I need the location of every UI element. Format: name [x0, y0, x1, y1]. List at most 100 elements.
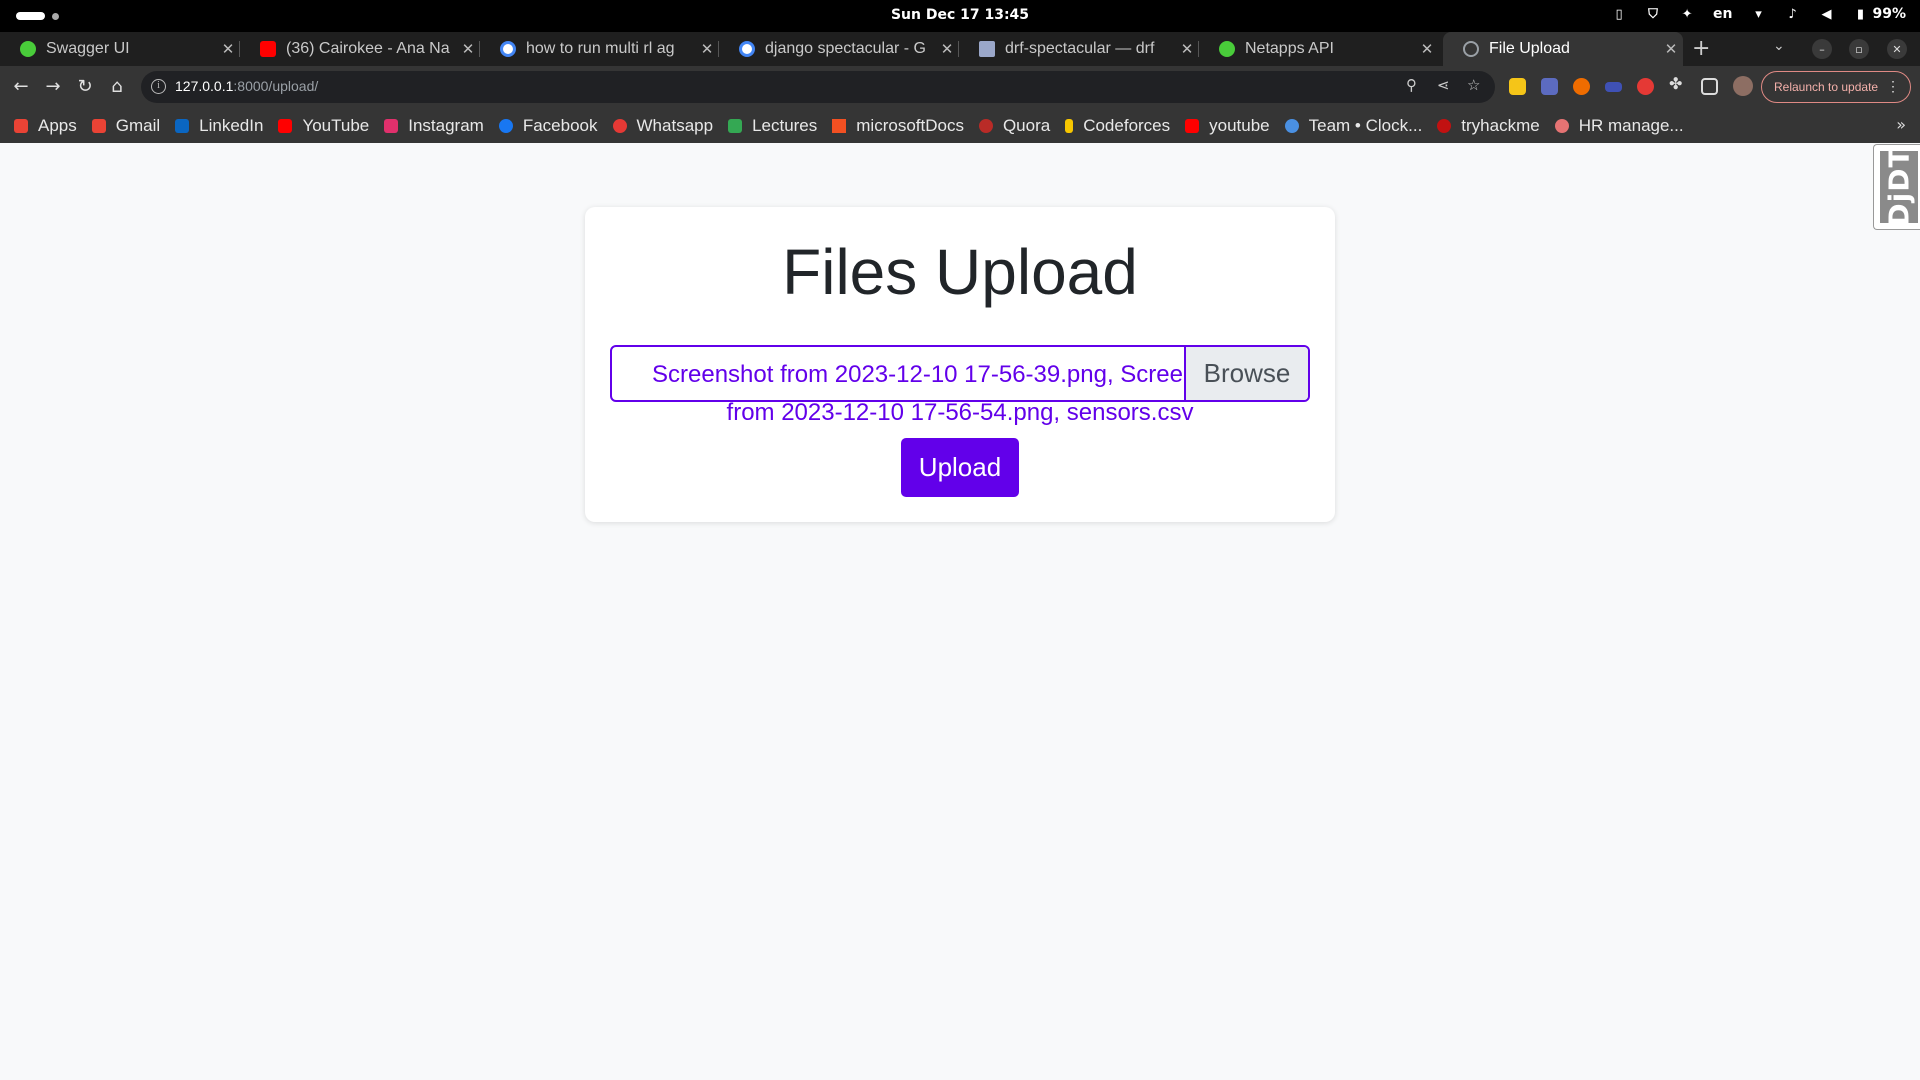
- share-icon[interactable]: ⋖: [1437, 76, 1450, 94]
- url-host: 127.0.0.1: [175, 78, 234, 94]
- extension-badge-icon[interactable]: [1637, 78, 1654, 95]
- maximize-window-icon[interactable]: ▫: [1849, 39, 1869, 59]
- youtube-icon: [1185, 118, 1200, 133]
- swagger-favicon-icon: [20, 41, 36, 57]
- bookmark-facebook[interactable]: Facebook: [498, 116, 598, 136]
- google-favicon-icon: [739, 41, 755, 57]
- instagram-icon: [384, 118, 399, 133]
- back-arrow-icon[interactable]: ←: [10, 76, 32, 97]
- forward-arrow-icon[interactable]: →: [42, 76, 64, 97]
- bookmark-youtube[interactable]: YouTube: [278, 116, 369, 136]
- upload-card: Files Upload Screenshot from 2023-12-10 …: [585, 207, 1335, 522]
- shield-icon[interactable]: ⛉: [1645, 6, 1661, 22]
- upload-button[interactable]: Upload: [901, 438, 1019, 497]
- bookmark-gmail[interactable]: Gmail: [91, 115, 161, 136]
- bookmark-lectures[interactable]: Lectures: [728, 116, 817, 136]
- address-bar[interactable]: i 127.0.0.1:8000/upload/ ⚲ ⋖ ☆: [141, 71, 1495, 103]
- bookmarks-overflow-icon[interactable]: »: [1896, 115, 1906, 134]
- bookmark-label: Codeforces: [1083, 115, 1171, 135]
- tab-google-django-spectacular[interactable]: django spectacular - G ✕: [719, 32, 959, 66]
- microsoft-icon: [832, 118, 847, 133]
- close-icon[interactable]: ✕: [1659, 40, 1683, 58]
- bookmark-label: Team • Clock...: [1308, 115, 1423, 135]
- close-icon[interactable]: ✕: [1415, 40, 1439, 58]
- home-icon[interactable]: ⌂: [106, 76, 128, 97]
- extensions-puzzle-icon[interactable]: ✤: [1669, 74, 1686, 93]
- tab-google-multi-rl[interactable]: how to run multi rl ag ✕: [480, 32, 719, 66]
- minimize-window-icon[interactable]: –: [1812, 39, 1832, 59]
- tab-label: Netapps API: [1245, 40, 1334, 57]
- side-panel-icon[interactable]: [1701, 78, 1718, 95]
- tab-swagger-ui[interactable]: Swagger UI ✕: [0, 32, 240, 66]
- close-icon[interactable]: ✕: [935, 40, 959, 58]
- selected-files-overflow-text: from 2023-12-10 17-56-54.png, sensors.cs…: [726, 399, 1194, 426]
- browse-button[interactable]: Browse: [1184, 347, 1308, 400]
- bookmark-whatsapp[interactable]: Whatsapp: [612, 115, 714, 136]
- bookmark-clockify[interactable]: Team • Clock...: [1284, 115, 1423, 136]
- clockify-icon: [1284, 118, 1299, 133]
- reload-icon[interactable]: ↻: [74, 76, 96, 97]
- clipboard-icon[interactable]: ▯: [1611, 6, 1627, 22]
- profile-avatar[interactable]: [1733, 76, 1753, 96]
- keyboard-language[interactable]: en: [1713, 6, 1732, 22]
- bookmark-label: Whatsapp: [636, 115, 714, 135]
- google-favicon-icon: [500, 41, 516, 57]
- kebab-menu-icon[interactable]: ⋮: [1886, 78, 1900, 95]
- page-title: Files Upload: [782, 236, 1138, 308]
- tab-youtube-cairokee[interactable]: (36) Cairokee - Ana Na ✕: [240, 32, 480, 66]
- extension-notes-icon[interactable]: [1509, 78, 1526, 95]
- browser-tab-strip: Swagger UI ✕ (36) Cairokee - Ana Na ✕ ho…: [0, 32, 1920, 66]
- bookmark-quora[interactable]: Quora: [978, 116, 1050, 136]
- accessibility-icon[interactable]: ✦: [1679, 6, 1695, 22]
- tab-file-upload[interactable]: File Upload ✕: [1443, 32, 1683, 66]
- facebook-icon: [498, 118, 513, 133]
- tab-search-chevron-icon[interactable]: ⌄: [1773, 38, 1785, 54]
- battery-level: 99%: [1872, 6, 1906, 22]
- bookmark-label: Gmail: [115, 115, 161, 135]
- bookmark-label: tryhackme: [1461, 115, 1540, 135]
- address-url[interactable]: 127.0.0.1:8000/upload/: [175, 78, 318, 94]
- codeforces-icon: [1065, 118, 1074, 133]
- close-icon[interactable]: ✕: [216, 40, 240, 58]
- extension-translate-icon[interactable]: [1541, 78, 1558, 95]
- bookmark-instagram[interactable]: Instagram: [384, 116, 484, 136]
- bookmark-star-icon[interactable]: ☆: [1467, 76, 1480, 94]
- close-icon[interactable]: ✕: [695, 40, 719, 58]
- tab-drf-spectacular-docs[interactable]: drf-spectacular — drf ✕: [959, 32, 1199, 66]
- docs-favicon-icon: [979, 41, 995, 57]
- site-info-icon[interactable]: i: [151, 79, 166, 94]
- bookmark-label: HR manage...: [1578, 115, 1684, 135]
- extension-fox-icon[interactable]: [1573, 78, 1590, 95]
- url-path: :8000/upload/: [233, 78, 319, 94]
- tab-label: drf-spectacular — drf: [1005, 40, 1155, 57]
- django-debug-toolbar-handle[interactable]: DjDT: [1873, 144, 1920, 230]
- tryhackme-icon: [1437, 118, 1452, 133]
- tab-label: django spectacular - G: [765, 40, 926, 57]
- bookmark-tryhackme[interactable]: tryhackme: [1437, 115, 1540, 136]
- browser-toolbar: ← → ↻ ⌂ i 127.0.0.1:8000/upload/ ⚲ ⋖ ☆ ✤…: [0, 66, 1920, 108]
- close-icon[interactable]: ✕: [456, 40, 480, 58]
- relaunch-to-update-button[interactable]: Relaunch to update ⋮: [1761, 71, 1911, 103]
- google-drive-icon: [728, 118, 743, 133]
- bookmark-apps[interactable]: Apps: [14, 116, 77, 136]
- bookmark-linkedin[interactable]: LinkedIn: [175, 116, 263, 136]
- close-icon[interactable]: ✕: [1175, 40, 1199, 58]
- bookmark-youtube-2[interactable]: youtube: [1185, 116, 1270, 136]
- hr-manage-icon: [1554, 118, 1569, 133]
- new-tab-plus-icon[interactable]: +: [1692, 36, 1710, 61]
- apps-grid-icon: [14, 118, 28, 133]
- system-tray[interactable]: ▯ ⛉ ✦ en ▾ ♪ ◀ ▮ 99%: [1611, 6, 1906, 22]
- extension-window-icon[interactable]: [1605, 82, 1622, 92]
- bookmark-hr-manage[interactable]: HR manage...: [1554, 115, 1684, 136]
- tab-netapps-api[interactable]: Netapps API ✕: [1199, 32, 1439, 66]
- tab-label: how to run multi rl ag: [526, 40, 675, 57]
- close-window-icon[interactable]: ✕: [1887, 39, 1907, 59]
- globe-favicon-icon: [1463, 41, 1479, 57]
- whatsapp-icon: [612, 118, 627, 133]
- linkedin-icon: [175, 118, 190, 133]
- bookmark-microsoftdocs[interactable]: microsoftDocs: [832, 116, 964, 136]
- file-input[interactable]: Screenshot from 2023-12-10 17-56-39.png,…: [610, 345, 1310, 402]
- bookmark-label: Instagram: [408, 115, 484, 135]
- zoom-icon[interactable]: ⚲: [1406, 76, 1417, 94]
- bookmark-codeforces[interactable]: Codeforces: [1065, 116, 1170, 136]
